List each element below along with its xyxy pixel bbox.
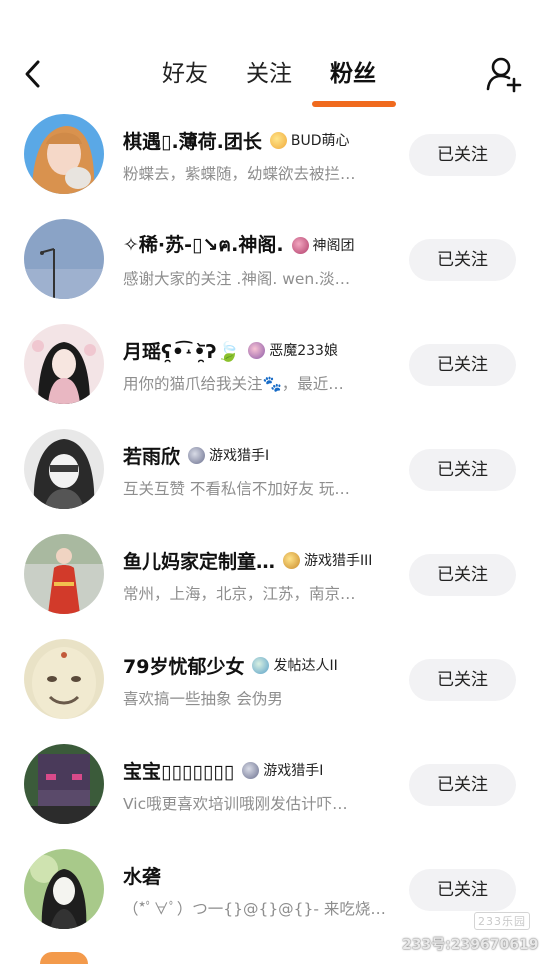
avatar[interactable]	[24, 219, 104, 299]
user-badge: BUD萌心	[269, 130, 350, 150]
followed-button[interactable]: 已关注	[409, 869, 516, 911]
followed-button[interactable]: 已关注	[409, 449, 516, 491]
list-item[interactable]: 棋遇▯.薄荷.团长 BUD萌心 粉蝶去，紫蝶随，幼蝶欲去被拦… 已关注	[0, 104, 540, 209]
followed-button[interactable]: 已关注	[409, 134, 516, 176]
user-name: 水砻	[123, 865, 162, 888]
followed-button[interactable]: 已关注	[409, 554, 516, 596]
user-badge: 神阁团	[291, 235, 355, 255]
chevron-left-icon	[25, 60, 40, 88]
list-item[interactable]: 宝宝▯▯▯▯▯▯▯ 游戏猎手I Vic哦更喜欢培训哦刚发估计吓… 已关注	[0, 734, 540, 839]
user-name: 宝宝▯▯▯▯▯▯▯	[123, 760, 235, 783]
name-line: 宝宝▯▯▯▯▯▯▯ 游戏猎手I	[123, 756, 323, 784]
name-line: 水砻	[123, 861, 161, 889]
name-line: 月瑶ʕ̯•͡˔•̯᷅ʔ🍃 恶魔233娘	[123, 336, 338, 364]
user-badge: 游戏猎手III	[283, 550, 372, 570]
followed-button[interactable]: 已关注	[409, 344, 516, 386]
name-line: ✧稀·苏-▯↘ฅ.神阁. 神阁团	[123, 231, 355, 259]
avatar[interactable]	[40, 952, 88, 964]
tab-friends[interactable]: 好友	[162, 58, 208, 90]
user-name: ✧稀·苏-▯↘ฅ.神阁.	[123, 234, 284, 256]
user-bio: 用你的猫爪给我关注🐾，最近…	[123, 375, 344, 393]
avatar[interactable]	[24, 429, 104, 509]
list-item[interactable]: 月瑶ʕ̯•͡˔•̯᷅ʔ🍃 恶魔233娘 用你的猫爪给我关注🐾，最近… 已关注	[0, 314, 540, 419]
user-bio: 常州，上海，北京，江苏，南京…	[123, 585, 356, 603]
badge-icon	[283, 551, 301, 569]
name-line: 若雨欣 游戏猎手I	[123, 441, 269, 469]
watermark-logo: 233乐园	[474, 912, 530, 930]
user-badge: 游戏猎手I	[188, 445, 269, 465]
user-name: 棋遇▯.薄荷.团长	[123, 130, 262, 153]
user-bio: 感谢大家的关注 .神阁. wen.淡…	[123, 270, 351, 288]
top-navigation-bar: 好友 关注 粉丝	[0, 0, 540, 112]
user-name: 79岁忧郁少女	[123, 655, 245, 678]
list-item[interactable]: 79岁忧郁少女 发帖达人II 喜欢搞一些抽象 会伪男 已关注	[0, 629, 540, 734]
badge-label: 发帖达人II	[273, 658, 338, 674]
avatar[interactable]	[24, 849, 104, 929]
followed-button[interactable]: 已关注	[409, 659, 516, 701]
user-bio: 粉蝶去，紫蝶随，幼蝶欲去被拦…	[123, 165, 356, 183]
badge-icon	[291, 236, 309, 254]
user-badge: 游戏猎手I	[242, 760, 323, 780]
user-bio: （*ﾟ∀ﾟ）つ一{}@{}@{}- 来吃烧…	[123, 900, 386, 918]
user-badge: 发帖达人II	[252, 655, 338, 675]
badge-icon	[242, 761, 260, 779]
avatar[interactable]	[24, 534, 104, 614]
add-friend-button[interactable]	[484, 54, 524, 94]
watermark-user-id: 233号:239670619	[402, 937, 539, 953]
list-item[interactable]: 鱼儿妈家定制童… 游戏猎手III 常州，上海，北京，江苏，南京… 已关注	[0, 524, 540, 629]
avatar[interactable]	[24, 744, 104, 824]
avatar[interactable]	[24, 114, 104, 194]
fans-list: 棋遇▯.薄荷.团长 BUD萌心 粉蝶去，紫蝶随，幼蝶欲去被拦… 已关注 ✧稀·苏…	[0, 104, 540, 944]
followed-button[interactable]: 已关注	[409, 764, 516, 806]
badge-label: 游戏猎手I	[209, 448, 270, 464]
badge-label: BUD萌心	[290, 133, 350, 149]
avatar[interactable]	[24, 324, 104, 404]
user-name: 月瑶ʕ̯•͡˔•̯᷅ʔ🍃	[123, 340, 241, 363]
back-button[interactable]	[18, 54, 52, 94]
list-item[interactable]: 水砻 （*ﾟ∀ﾟ）つ一{}@{}@{}- 来吃烧… 已关注	[0, 839, 540, 944]
badge-label: 游戏猎手III	[304, 553, 373, 569]
followed-button[interactable]: 已关注	[409, 239, 516, 281]
badge-label: 恶魔233娘	[269, 343, 338, 359]
user-name: 鱼儿妈家定制童…	[123, 550, 276, 573]
badge-icon	[252, 656, 270, 674]
user-name: 若雨欣	[123, 445, 181, 468]
list-item[interactable]: ✧稀·苏-▯↘ฅ.神阁. 神阁团 感谢大家的关注 .神阁. wen.淡… 已关注	[0, 209, 540, 314]
user-badge: 恶魔233娘	[248, 340, 338, 360]
add-user-icon	[486, 57, 522, 93]
avatar[interactable]	[24, 639, 104, 719]
tab-following[interactable]: 关注	[246, 58, 292, 90]
name-line: 79岁忧郁少女 发帖达人II	[123, 651, 338, 679]
badge-label: 游戏猎手I	[263, 763, 324, 779]
name-line: 棋遇▯.薄荷.团长 BUD萌心	[123, 126, 350, 154]
user-bio: 喜欢搞一些抽象 会伪男	[123, 690, 283, 708]
user-bio: 互关互赞 不看私信不加好友 玩…	[123, 480, 350, 498]
tab-fans[interactable]: 粉丝	[330, 58, 376, 90]
badge-icon	[269, 131, 287, 149]
badge-icon	[248, 341, 266, 359]
badge-label: 神阁团	[312, 238, 355, 254]
name-line: 鱼儿妈家定制童… 游戏猎手III	[123, 546, 372, 574]
badge-icon	[188, 446, 206, 464]
list-item[interactable]: 若雨欣 游戏猎手I 互关互赞 不看私信不加好友 玩… 已关注	[0, 419, 540, 524]
user-bio: Vic哦更喜欢培训哦刚发估计吓…	[123, 795, 348, 813]
